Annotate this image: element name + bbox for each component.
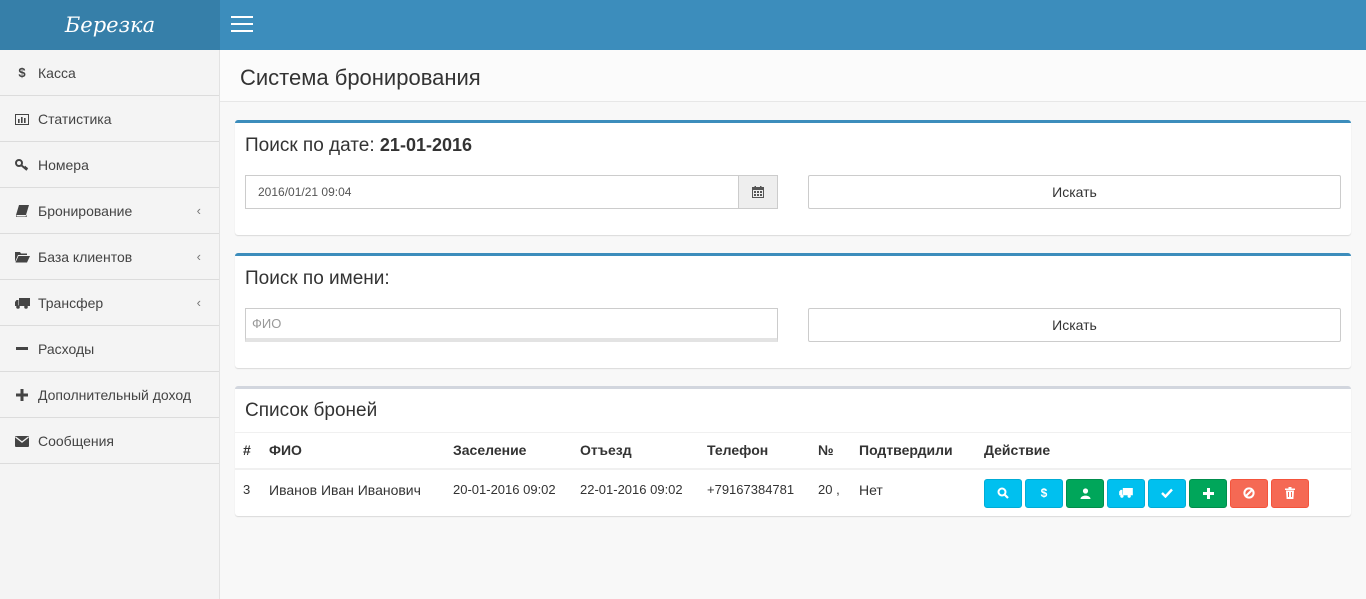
cell-checkout: 22-01-2016 09:02: [580, 481, 683, 497]
app-logo[interactable]: Березка: [0, 0, 220, 50]
confirm-button[interactable]: [1148, 478, 1186, 508]
truck-icon: [14, 280, 30, 326]
transfer-button[interactable]: [1107, 478, 1145, 508]
check-icon: [1161, 488, 1173, 498]
plus-icon: [1202, 487, 1214, 499]
bookings-title: Список броней: [245, 400, 378, 421]
envelope-icon: [14, 418, 30, 464]
truck-icon: [1119, 488, 1133, 498]
chevron-left-icon: ‹: [196, 295, 201, 310]
chevron-left-icon: ‹: [196, 203, 201, 218]
cell-confirmed: Нет: [859, 481, 883, 498]
sidebar-item-label: База клиентов: [38, 249, 133, 265]
dollar-icon: $: [1040, 486, 1048, 500]
book-icon: [14, 188, 30, 234]
sidebar-item-label: Расходы: [38, 341, 95, 357]
main-content: Система бронирования Поиск по дате: 21-0…: [220, 50, 1366, 599]
view-button[interactable]: [984, 478, 1022, 508]
cancel-button[interactable]: [1230, 478, 1268, 508]
sidebar-item-expenses[interactable]: Расходы: [0, 326, 219, 372]
cell-phone: +79167384781: [707, 481, 795, 497]
trash-icon: [1285, 487, 1295, 499]
sidebar: $ Касса Статистика Номера Бронирование ‹…: [0, 50, 220, 599]
date-search-button[interactable]: Искать: [808, 175, 1341, 209]
user-icon: [1080, 487, 1090, 499]
sidebar-item-rooms[interactable]: Номера: [0, 142, 219, 188]
payment-button[interactable]: $: [1025, 478, 1063, 508]
col-name: ФИО: [261, 432, 445, 470]
content-header: Система бронирования: [220, 50, 1366, 102]
add-button[interactable]: [1189, 478, 1227, 508]
cell-id: 3: [243, 481, 251, 497]
cell-name: Иванов Иван Иванович: [269, 481, 421, 498]
dollar-icon: $: [18, 65, 26, 80]
date-search-date: 21-01-2016: [379, 135, 472, 155]
col-confirmed: Подтвердили: [851, 432, 976, 470]
bar-chart-icon: [14, 96, 30, 142]
delete-button[interactable]: [1271, 478, 1309, 508]
date-picker: [245, 175, 778, 209]
col-room: №: [810, 432, 851, 470]
chevron-left-icon: ‹: [196, 249, 201, 264]
col-checkout: Отъезд: [572, 432, 699, 470]
plus-icon: [14, 372, 30, 418]
table-row: 3 Иванов Иван Иванович 20-01-2016 09:02 …: [235, 469, 1351, 513]
sidebar-item-cash[interactable]: $ Касса: [0, 50, 219, 96]
name-search-box: Поиск по имени: Искать: [235, 253, 1351, 368]
sidebar-item-extra-income[interactable]: Дополнительный доход: [0, 372, 219, 418]
bookings-box: Список броней # ФИО Заселение Отъезд Тел…: [235, 386, 1351, 516]
date-input[interactable]: [246, 176, 738, 208]
sidebar-item-statistics[interactable]: Статистика: [0, 96, 219, 142]
bookings-table: # ФИО Заселение Отъезд Телефон № Подтвер…: [235, 432, 1351, 513]
search-icon: [997, 487, 1009, 499]
key-icon: [14, 142, 30, 188]
sidebar-item-label: Номера: [38, 157, 89, 173]
sidebar-item-messages[interactable]: Сообщения: [0, 418, 219, 464]
sidebar-item-label: Бронирование: [38, 203, 133, 219]
sidebar-item-transfer[interactable]: Трансфер ‹: [0, 280, 219, 326]
cell-room: 20 ,: [818, 481, 840, 497]
date-search-box: Поиск по дате: 21-01-2016 Искать: [235, 120, 1351, 235]
table-header-row: # ФИО Заселение Отъезд Телефон № Подтвер…: [235, 432, 1351, 470]
page-title: Система бронирования: [240, 65, 481, 90]
col-phone: Телефон: [699, 432, 810, 470]
name-input[interactable]: [245, 308, 778, 342]
sidebar-item-label: Дополнительный доход: [38, 387, 192, 403]
col-checkin: Заселение: [445, 432, 572, 470]
col-actions: Действие: [976, 432, 1351, 470]
sidebar-item-label: Статистика: [38, 111, 112, 127]
top-navbar: Березка: [0, 0, 1366, 50]
sidebar-item-clients[interactable]: База клиентов ‹: [0, 234, 219, 280]
sidebar-item-label: Трансфер: [38, 295, 104, 311]
cell-checkin: 20-01-2016 09:02: [453, 481, 556, 497]
cell-actions: $: [976, 469, 1351, 513]
col-id: #: [235, 432, 261, 470]
calendar-icon[interactable]: [738, 176, 777, 208]
sidebar-item-label: Касса: [38, 65, 76, 81]
name-search-button[interactable]: Искать: [808, 308, 1341, 342]
ban-icon: [1243, 487, 1255, 499]
minus-icon: [14, 326, 30, 372]
sidebar-item-booking[interactable]: Бронирование ‹: [0, 188, 219, 234]
name-search-title: Поиск по имени:: [245, 268, 390, 289]
sidebar-item-label: Сообщения: [38, 433, 114, 449]
menu-toggle-icon[interactable]: [231, 16, 253, 34]
client-button[interactable]: [1066, 478, 1104, 508]
date-search-title: Поиск по дате: 21-01-2016: [245, 135, 472, 156]
folder-open-icon: [14, 234, 30, 280]
